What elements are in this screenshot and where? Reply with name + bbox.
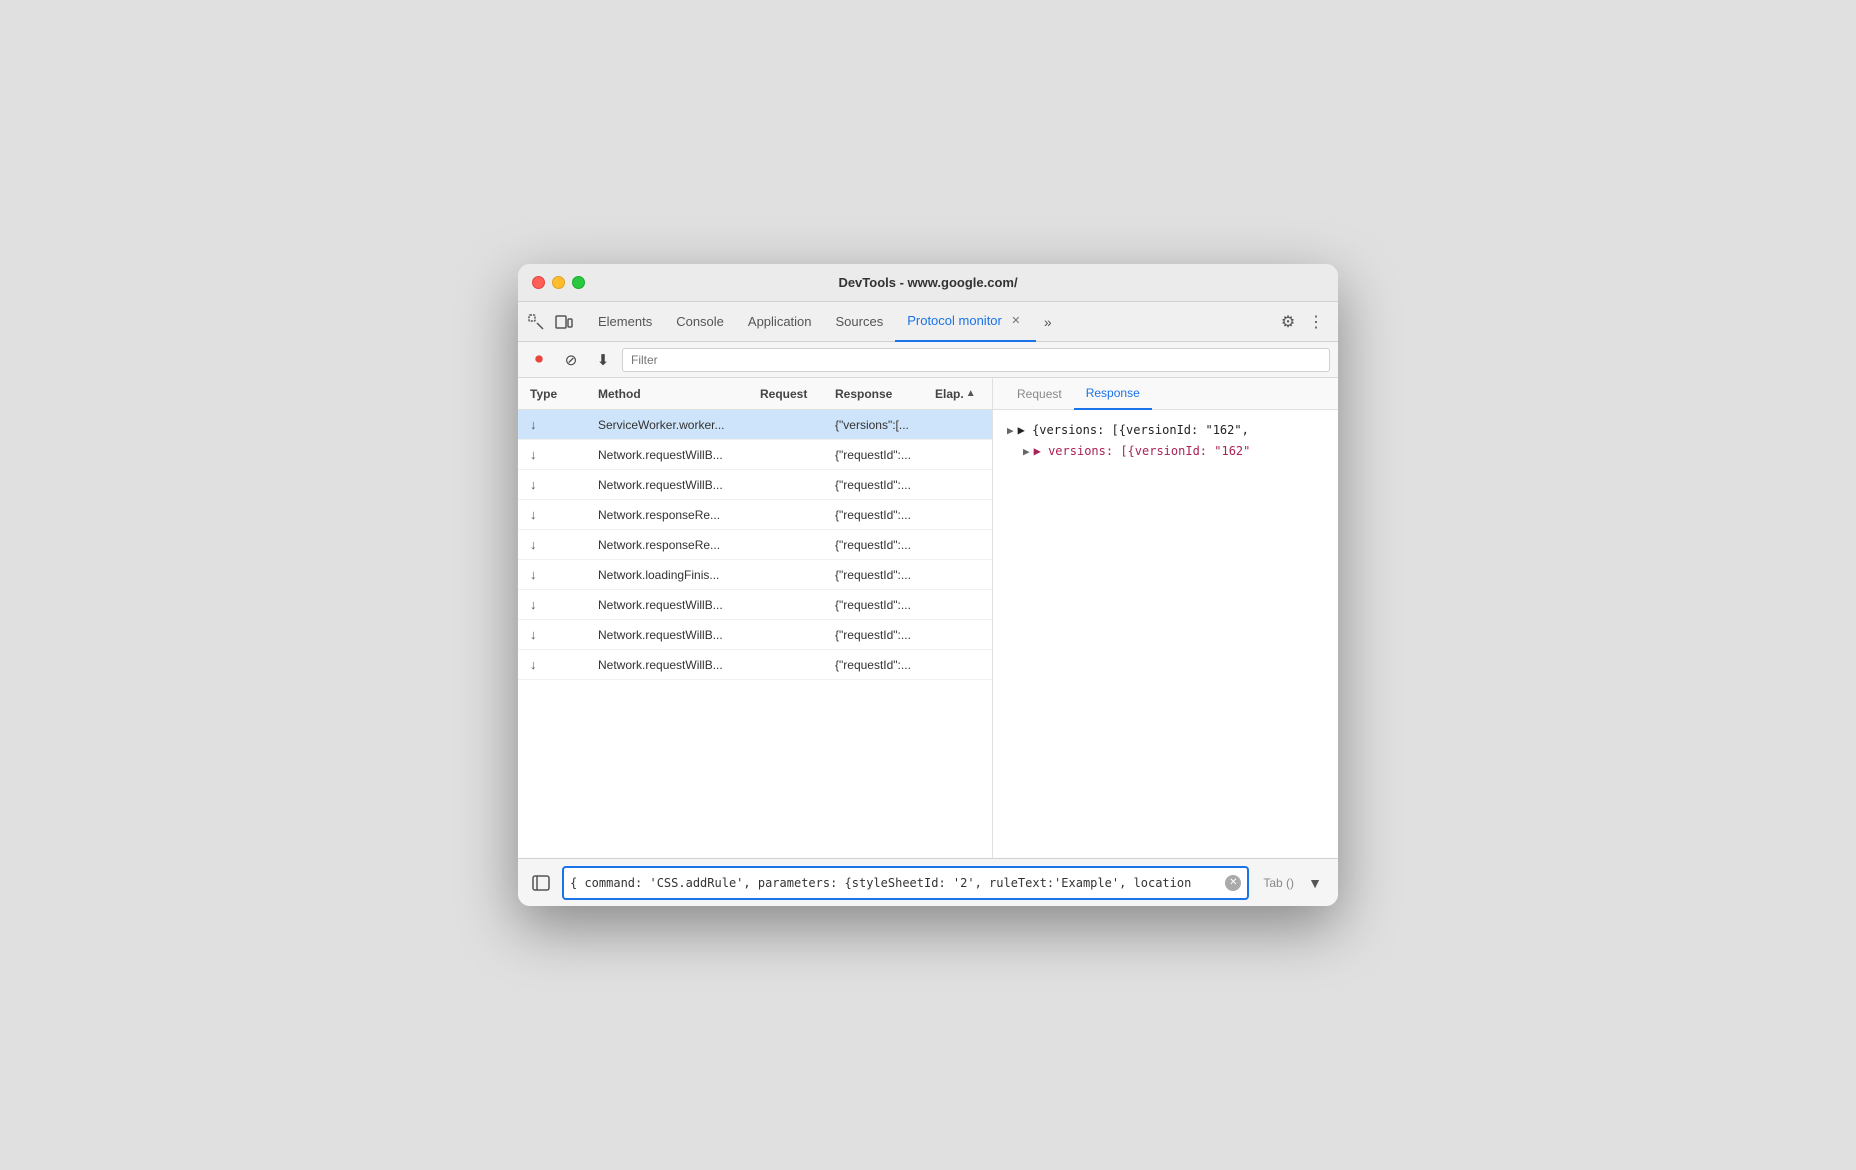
tab-close-icon[interactable]: ✕	[1008, 313, 1024, 329]
table-row[interactable]: ↓ Network.requestWillB... {"requestId":.…	[518, 470, 992, 500]
col-method-header: Method	[590, 387, 752, 401]
cell-type: ↓	[518, 567, 590, 582]
tab-application[interactable]: Application	[736, 302, 824, 342]
cell-response: {"versions":[...	[827, 418, 927, 432]
tab-bar: Elements Console Application Sources Pro…	[518, 302, 1338, 342]
title-bar: DevTools - www.google.com/	[518, 264, 1338, 302]
table-row[interactable]: ↓ Network.responseRe... {"requestId":...	[518, 530, 992, 560]
cell-response: {"requestId":...	[827, 448, 927, 462]
cell-type: ↓	[518, 507, 590, 522]
tree-line-1: ▶ ▶ {versions: [{versionId: "162",	[1007, 420, 1324, 441]
protocol-table: Type Method Request Response Elap. ▲	[518, 378, 993, 858]
filter-input[interactable]	[622, 348, 1330, 372]
content-area: Type Method Request Response Elap. ▲	[518, 378, 1338, 858]
tab-response[interactable]: Response	[1074, 378, 1152, 410]
toolbar: ⏺ ⊘ ⬇	[518, 342, 1338, 378]
sort-arrow-icon: ▲	[966, 388, 976, 399]
cell-type: ↓	[518, 627, 590, 642]
cell-response: {"requestId":...	[827, 628, 927, 642]
table-header: Type Method Request Response Elap. ▲	[518, 378, 992, 410]
table-row[interactable]: ↓ Network.requestWillB... {"requestId":.…	[518, 440, 992, 470]
window-title: DevTools - www.google.com/	[838, 275, 1017, 290]
table-row[interactable]: ↓ Network.loadingFinis... {"requestId":.…	[518, 560, 992, 590]
table-row[interactable]: ↓ Network.requestWillB... {"requestId":.…	[518, 590, 992, 620]
traffic-lights	[532, 276, 585, 289]
tab-request[interactable]: Request	[1005, 378, 1074, 410]
cell-method: Network.requestWillB...	[590, 598, 752, 612]
cell-method: Network.requestWillB...	[590, 658, 752, 672]
maximize-button[interactable]	[572, 276, 585, 289]
table-row[interactable]: ↓ Network.requestWillB... {"requestId":.…	[518, 620, 992, 650]
table-row[interactable]: ↓ Network.requestWillB... {"requestId":.…	[518, 650, 992, 680]
cell-response: {"requestId":...	[827, 598, 927, 612]
clear-command-icon[interactable]: ✕	[1225, 875, 1241, 891]
cell-method: Network.responseRe...	[590, 508, 752, 522]
bottom-bar: ✕ Tab () ▼	[518, 858, 1338, 906]
col-elapsed-header[interactable]: Elap. ▲	[927, 387, 992, 401]
expand-arrow-icon[interactable]: ▶	[1023, 443, 1030, 461]
device-toolbar-icon[interactable]	[554, 312, 574, 332]
settings-icon[interactable]: ⚙	[1274, 308, 1302, 336]
tab-protocol-monitor[interactable]: Protocol monitor ✕	[895, 302, 1036, 342]
cell-response: {"requestId":...	[827, 658, 927, 672]
tab-console[interactable]: Console	[664, 302, 736, 342]
sidebar-toggle-icon[interactable]	[528, 870, 554, 896]
right-panel-tabs: Request Response	[993, 378, 1338, 410]
record-button[interactable]: ⏺	[526, 347, 552, 373]
cell-type: ↓	[518, 417, 590, 432]
minimize-button[interactable]	[552, 276, 565, 289]
dropdown-arrow-icon[interactable]: ▼	[1302, 870, 1328, 896]
tab-hint: Tab ()	[1263, 876, 1294, 890]
command-input[interactable]	[570, 876, 1225, 890]
col-type-header: Type	[518, 387, 590, 401]
expand-arrow-icon[interactable]: ▶	[1007, 422, 1014, 440]
more-tabs-button[interactable]: »	[1036, 314, 1060, 330]
cell-response: {"requestId":...	[827, 478, 927, 492]
clear-button[interactable]: ⊘	[558, 347, 584, 373]
cell-method: Network.requestWillB...	[590, 478, 752, 492]
cell-method: ServiceWorker.worker...	[590, 418, 752, 432]
right-panel: Request Response ▶ ▶ {versions: [{versio…	[993, 378, 1338, 858]
cell-method: Network.requestWillB...	[590, 628, 752, 642]
cell-type: ↓	[518, 597, 590, 612]
response-content: ▶ ▶ {versions: [{versionId: "162", ▶ ▶ v…	[993, 410, 1338, 858]
cell-type: ↓	[518, 447, 590, 462]
col-request-header: Request	[752, 387, 827, 401]
command-input-wrapper: ✕	[562, 866, 1249, 900]
devtools-window: DevTools - www.google.com/ Elements Cons…	[518, 264, 1338, 906]
cell-method: Network.responseRe...	[590, 538, 752, 552]
cell-response: {"requestId":...	[827, 538, 927, 552]
cell-type: ↓	[518, 657, 590, 672]
table-body: ↓ ServiceWorker.worker... {"versions":[.…	[518, 410, 992, 858]
close-button[interactable]	[532, 276, 545, 289]
tree-line-2: ▶ ▶ versions: [{versionId: "162"	[1007, 441, 1324, 462]
col-response-header: Response	[827, 387, 927, 401]
cell-type: ↓	[518, 537, 590, 552]
element-picker-icon[interactable]	[526, 312, 546, 332]
cell-method: Network.requestWillB...	[590, 448, 752, 462]
tab-sources[interactable]: Sources	[824, 302, 896, 342]
cell-type: ↓	[518, 477, 590, 492]
more-options-icon[interactable]: ⋮	[1302, 308, 1330, 336]
download-button[interactable]: ⬇	[590, 347, 616, 373]
cell-method: Network.loadingFinis...	[590, 568, 752, 582]
cell-response: {"requestId":...	[827, 508, 927, 522]
table-row[interactable]: ↓ Network.responseRe... {"requestId":...	[518, 500, 992, 530]
table-row[interactable]: ↓ ServiceWorker.worker... {"versions":[.…	[518, 410, 992, 440]
tab-elements[interactable]: Elements	[586, 302, 664, 342]
devtools-icon-group	[526, 312, 574, 332]
cell-response: {"requestId":...	[827, 568, 927, 582]
